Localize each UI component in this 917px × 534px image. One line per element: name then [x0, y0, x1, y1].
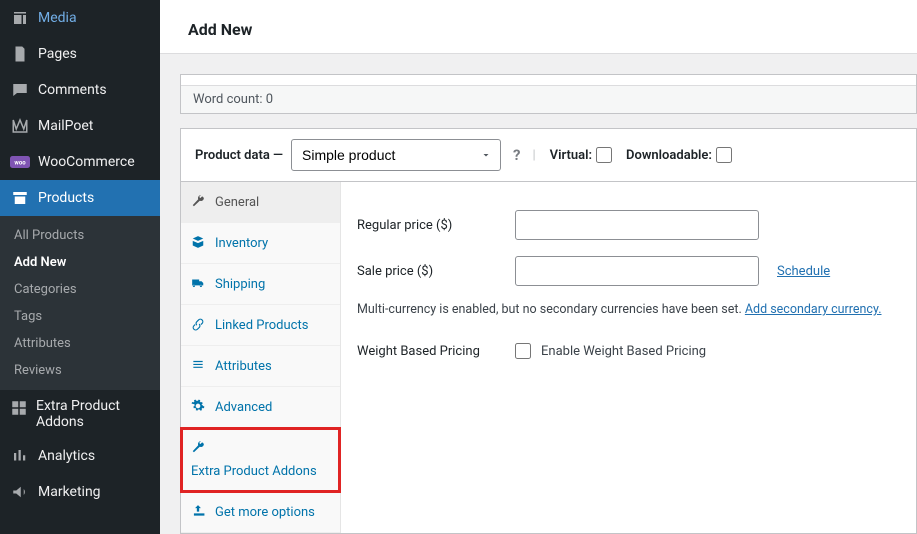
tab-label: Get more options	[215, 505, 315, 520]
sidebar-item-label: MailPoet	[38, 118, 93, 134]
sidebar-item-label: Marketing	[38, 484, 101, 500]
tab-label: Attributes	[215, 359, 272, 374]
tab-label: Shipping	[215, 277, 265, 292]
sale-price-label: Sale price ($)	[357, 264, 505, 279]
editor-box: Word count: 0	[180, 74, 917, 114]
main-content: Add New Word count: 0 Product data — Sim…	[160, 0, 917, 534]
general-panel: Regular price ($) Sale price ($) Schedul…	[341, 182, 916, 533]
link-icon	[191, 317, 207, 333]
tab-label: General	[215, 195, 259, 210]
sidebar-item-products[interactable]: Products	[0, 180, 160, 216]
sidebar-item-label: Products	[38, 190, 94, 206]
wrench-icon	[191, 194, 207, 210]
sidebar-item-media[interactable]: Media	[0, 0, 160, 36]
epa-icon	[10, 398, 28, 418]
tab-attributes[interactable]: Attributes	[181, 346, 340, 387]
page-header: Add New	[160, 0, 917, 54]
sidebar-item-label: WooCommerce	[38, 154, 135, 170]
sidebar-item-label: Pages	[38, 46, 77, 62]
tab-label: Linked Products	[215, 318, 308, 333]
inventory-icon	[191, 235, 207, 251]
marketing-icon	[10, 482, 30, 502]
svg-text:woo: woo	[14, 160, 26, 167]
word-count: Word count: 0	[181, 85, 916, 113]
downloadable-checkbox[interactable]	[716, 147, 732, 163]
products-submenu: All Products Add New Categories Tags Att…	[0, 216, 160, 390]
sidebar-item-label: Media	[38, 10, 77, 26]
help-icon[interactable]: ?	[513, 146, 520, 164]
tab-general[interactable]: General	[181, 182, 340, 223]
downloadable-label: Downloadable:	[626, 148, 712, 163]
sidebar-item-mailpoet[interactable]: MailPoet	[0, 108, 160, 144]
submenu-item-tags[interactable]: Tags	[0, 303, 160, 330]
mailpoet-icon	[10, 116, 30, 136]
tab-get-more-options[interactable]: Get more options	[181, 492, 340, 533]
sidebar-item-comments[interactable]: Comments	[0, 72, 160, 108]
tab-label: Inventory	[215, 236, 268, 251]
sidebar-item-label: Extra Product Addons	[36, 398, 150, 430]
schedule-link[interactable]: Schedule	[777, 264, 830, 279]
wrench-icon	[191, 440, 207, 456]
products-icon	[10, 188, 30, 208]
shipping-icon	[191, 276, 207, 292]
sidebar-item-label: Comments	[38, 82, 107, 98]
sidebar-item-analytics[interactable]: Analytics	[0, 438, 160, 474]
tab-extra-product-addons[interactable]: Extra Product Addons	[181, 428, 340, 492]
pages-icon	[10, 44, 30, 64]
product-data-header: Product data — Simple product ? | Virtua…	[181, 129, 916, 182]
submenu-item-categories[interactable]: Categories	[0, 276, 160, 303]
sidebar-item-woocommerce[interactable]: woo WooCommerce	[0, 144, 160, 180]
submenu-item-all-products[interactable]: All Products	[0, 222, 160, 249]
tab-linked-products[interactable]: Linked Products	[181, 305, 340, 346]
admin-sidebar: Media Pages Comments MailPoet woo WooCom…	[0, 0, 160, 534]
list-icon	[191, 358, 207, 374]
woo-icon: woo	[10, 152, 30, 172]
tab-shipping[interactable]: Shipping	[181, 264, 340, 305]
submenu-item-attributes[interactable]: Attributes	[0, 330, 160, 357]
share-icon	[191, 504, 207, 520]
sidebar-item-label: Analytics	[38, 448, 95, 464]
tab-label: Advanced	[215, 400, 272, 415]
virtual-checkbox[interactable]	[596, 147, 612, 163]
sidebar-item-extra-product-addons[interactable]: Extra Product Addons	[0, 390, 160, 438]
sale-price-input[interactable]	[515, 256, 759, 286]
regular-price-label: Regular price ($)	[357, 218, 505, 233]
add-secondary-currency-link[interactable]: Add secondary currency.	[745, 302, 882, 317]
multicurrency-note: Multi-currency is enabled, but no second…	[357, 302, 900, 317]
product-data-tabs: General Inventory Shipping Linked P	[181, 182, 341, 533]
tab-label: Extra Product Addons	[191, 464, 317, 479]
analytics-icon	[10, 446, 30, 466]
product-data-label: Product data —	[195, 148, 283, 163]
tab-inventory[interactable]: Inventory	[181, 223, 340, 264]
virtual-label: Virtual:	[550, 148, 592, 163]
submenu-item-add-new[interactable]: Add New	[0, 249, 160, 276]
weight-pricing-label: Weight Based Pricing	[357, 344, 505, 359]
weight-pricing-checkbox[interactable]	[515, 343, 531, 359]
regular-price-input[interactable]	[515, 210, 759, 240]
sidebar-item-pages[interactable]: Pages	[0, 36, 160, 72]
product-data-box: Product data — Simple product ? | Virtua…	[180, 128, 917, 534]
sidebar-item-marketing[interactable]: Marketing	[0, 474, 160, 510]
page-title: Add New	[188, 20, 897, 39]
media-icon	[10, 8, 30, 28]
weight-pricing-cb-label: Enable Weight Based Pricing	[541, 344, 706, 359]
submenu-item-reviews[interactable]: Reviews	[0, 357, 160, 384]
tab-advanced[interactable]: Advanced	[181, 387, 340, 428]
gear-icon	[191, 399, 207, 415]
comments-icon	[10, 80, 30, 100]
product-type-select[interactable]: Simple product	[291, 139, 501, 171]
